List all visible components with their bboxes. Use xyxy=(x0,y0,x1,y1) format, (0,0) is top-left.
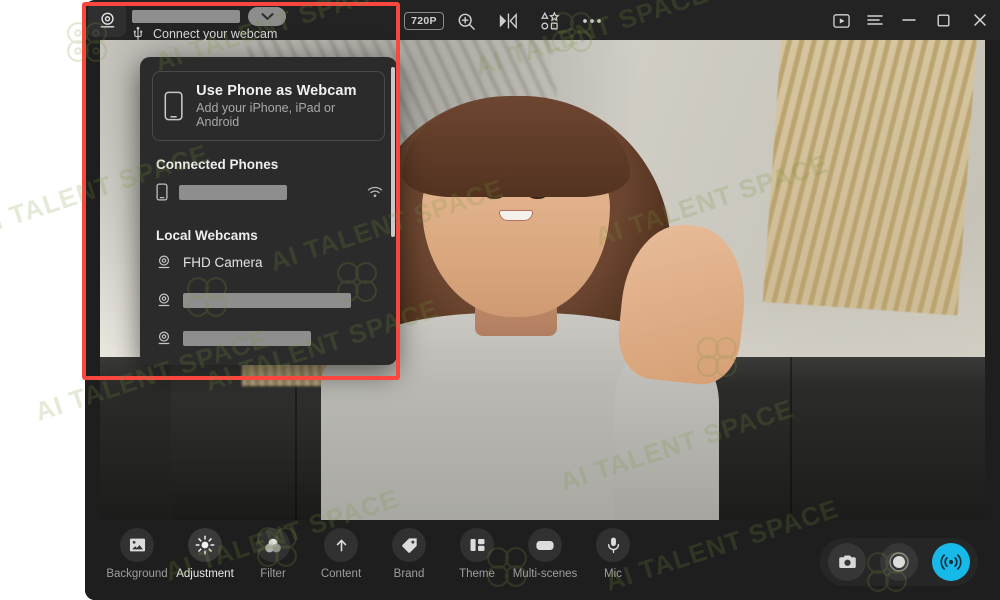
menu-button[interactable] xyxy=(858,6,892,34)
webcam-source-dropdown[interactable]: Use Phone as Webcam Add your iPhone, iPa… xyxy=(140,57,397,365)
mouth xyxy=(499,210,533,222)
hair-fringe xyxy=(401,96,630,198)
reed-plant xyxy=(762,40,978,316)
live-button[interactable] xyxy=(932,543,970,581)
mirror-flip-icon xyxy=(499,12,517,30)
record-icon xyxy=(889,552,909,572)
upload-arrow-icon xyxy=(324,528,358,562)
bottom-toolbar: Background Adjustment Filter Content Bra… xyxy=(85,520,1000,600)
webcam-icon xyxy=(158,293,170,307)
image-icon xyxy=(120,528,154,562)
shapes-icon xyxy=(541,11,560,30)
tool-label: Multi-scenes xyxy=(512,568,578,580)
hamburger-menu-icon xyxy=(867,15,883,25)
minimize-icon xyxy=(902,19,916,21)
tool-label: Adjustment xyxy=(176,568,234,580)
tool-multi-scenes[interactable]: Multi-scenes xyxy=(511,528,579,580)
action-buttons xyxy=(820,538,978,586)
connected-phones-heading: Connected Phones xyxy=(156,157,279,172)
zoom-in-button[interactable] xyxy=(445,8,487,34)
sofa-seam xyxy=(790,356,793,520)
device-dropdown-toggle[interactable] xyxy=(248,7,286,26)
use-phone-as-webcam-card[interactable]: Use Phone as Webcam Add your iPhone, iPa… xyxy=(152,71,385,141)
local-webcam-name-redacted xyxy=(183,330,311,346)
dropdown-scrollbar[interactable] xyxy=(391,67,395,237)
tool-label: Background xyxy=(106,568,168,580)
phone-icon xyxy=(164,91,183,121)
maximize-icon xyxy=(937,14,950,27)
phone-icon xyxy=(156,183,168,201)
tool-adjustment[interactable]: Adjustment xyxy=(171,528,239,580)
close-button[interactable] xyxy=(960,6,1000,34)
webcam-source-button[interactable] xyxy=(88,3,126,37)
tool-label: Content xyxy=(320,568,362,580)
center-toolbar: 720P xyxy=(403,8,613,34)
broadcast-icon xyxy=(940,554,962,570)
minimize-button[interactable] xyxy=(892,6,926,34)
resolution-badge-button[interactable]: 720P xyxy=(403,8,445,34)
more-horizontal-icon xyxy=(583,19,601,23)
chevron-down-icon xyxy=(260,13,274,20)
webcam-icon xyxy=(158,331,170,345)
close-icon xyxy=(974,14,986,26)
local-webcams-heading: Local Webcams xyxy=(156,228,258,243)
tool-filter[interactable]: Filter xyxy=(239,528,307,580)
title-bar: Connect your webcam 720P xyxy=(85,0,1000,41)
local-webcam-item[interactable]: FHD Camera xyxy=(140,243,397,281)
use-phone-title: Use Phone as Webcam xyxy=(196,83,357,99)
video-folder-icon xyxy=(832,13,850,28)
record-button[interactable] xyxy=(880,543,918,581)
wifi-icon xyxy=(367,186,383,198)
tool-brand[interactable]: Brand xyxy=(375,528,443,580)
brightness-icon xyxy=(188,528,222,562)
webcam-icon xyxy=(100,12,114,27)
tool-label: Filter xyxy=(260,568,286,580)
more-button[interactable] xyxy=(571,8,613,34)
tool-label: Theme xyxy=(459,568,495,580)
local-webcam-item[interactable] xyxy=(140,319,397,357)
use-phone-subtitle: Add your iPhone, iPad or Android xyxy=(196,101,336,129)
tool-content[interactable]: Content xyxy=(307,528,375,580)
mirror-button[interactable] xyxy=(487,8,529,34)
webcam-icon xyxy=(158,255,170,269)
connect-webcam-hint[interactable]: Connect your webcam xyxy=(132,26,277,41)
tool-theme[interactable]: Theme xyxy=(443,528,511,580)
window-controls xyxy=(824,6,1000,34)
local-webcam-item[interactable] xyxy=(140,281,397,319)
tool-label: Mic xyxy=(604,568,622,580)
microphone-icon xyxy=(596,528,630,562)
shapes-button[interactable] xyxy=(529,8,571,34)
connected-phone-item[interactable] xyxy=(140,172,397,212)
resolution-label: 720P xyxy=(404,12,444,30)
tool-background[interactable]: Background xyxy=(103,528,171,580)
media-library-button[interactable] xyxy=(824,6,858,34)
camera-icon xyxy=(838,555,856,569)
maximize-button[interactable] xyxy=(926,6,960,34)
selected-device[interactable] xyxy=(132,7,286,26)
page-root: Connect your webcam 720P Background Adju… xyxy=(0,0,1000,600)
usb-icon xyxy=(133,26,143,41)
zoom-in-icon xyxy=(458,13,475,30)
tool-mic[interactable]: Mic xyxy=(579,528,647,580)
tool-items: Background Adjustment Filter Content Bra… xyxy=(103,528,647,580)
local-webcam-name-redacted xyxy=(183,292,351,308)
connected-phone-name-redacted xyxy=(179,184,287,200)
device-name-redacted xyxy=(132,10,240,23)
connect-webcam-label: Connect your webcam xyxy=(153,26,278,41)
scenes-icon xyxy=(528,528,562,562)
tool-label: Brand xyxy=(393,568,425,580)
snapshot-button[interactable] xyxy=(828,543,866,581)
layout-blocks-icon xyxy=(460,528,494,562)
local-webcam-name: FHD Camera xyxy=(183,254,263,270)
tag-icon xyxy=(392,528,426,562)
filter-circles-icon xyxy=(256,528,290,562)
